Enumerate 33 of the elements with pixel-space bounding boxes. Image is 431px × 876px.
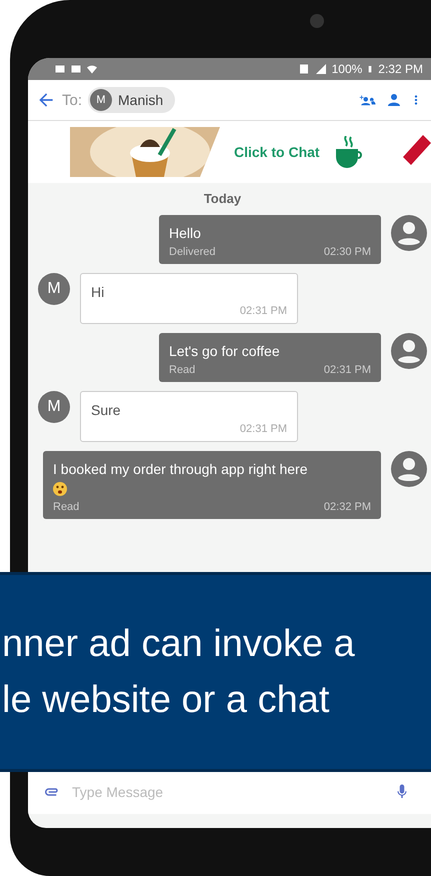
date-divider: Today bbox=[204, 191, 242, 206]
to-label: To: bbox=[62, 92, 82, 108]
message-time: 02:31 PM bbox=[240, 423, 287, 435]
user-avatar-icon bbox=[391, 451, 427, 487]
recipient-name: Manish bbox=[118, 92, 164, 108]
message-time: 02:32 PM bbox=[324, 501, 371, 513]
person-icon bbox=[385, 91, 403, 109]
contact-avatar: M bbox=[38, 391, 70, 423]
battery-level: 100% bbox=[332, 62, 362, 76]
message-time: 02:31 PM bbox=[324, 364, 371, 376]
caption-text: nner ad can invoke a bbox=[2, 622, 355, 667]
message-time: 02:30 PM bbox=[324, 246, 371, 258]
message-text: Hello bbox=[169, 225, 202, 241]
message-text: Hi bbox=[91, 284, 106, 300]
clock-time: 2:32 PM bbox=[378, 62, 423, 76]
message-text: I booked my order through app right here bbox=[53, 461, 308, 477]
contact-avatar: M bbox=[38, 273, 70, 305]
user-avatar-icon bbox=[391, 333, 427, 369]
user-avatar-icon bbox=[391, 215, 427, 251]
message-text: Let's go for coffee bbox=[169, 343, 281, 359]
message-time: 02:31 PM bbox=[240, 305, 287, 317]
message-input[interactable]: Type Message bbox=[70, 783, 383, 801]
coffee-cup-icon[interactable] bbox=[334, 136, 364, 168]
camera-icon bbox=[310, 14, 324, 28]
click-to-chat-link[interactable]: Click to Chat bbox=[234, 144, 320, 160]
message-status: Read bbox=[169, 364, 196, 376]
message-text: Sure bbox=[91, 402, 122, 418]
recipient-chip[interactable]: M Manish bbox=[88, 87, 176, 113]
recipient-avatar: M bbox=[90, 89, 112, 111]
caption-text: le website or a chat bbox=[2, 678, 330, 723]
message-status: Delivered bbox=[169, 246, 216, 258]
message-composer[interactable]: Type Message bbox=[28, 769, 431, 814]
message-status: Read bbox=[53, 501, 80, 513]
